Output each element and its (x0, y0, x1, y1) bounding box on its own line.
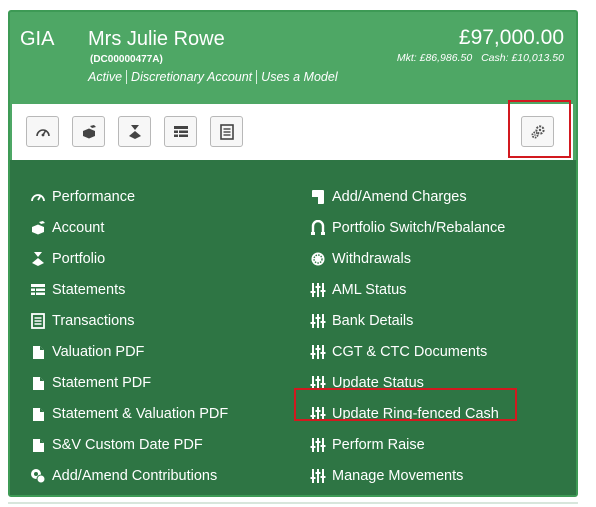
sliders-icon (310, 344, 326, 360)
transactions-toolbar-button[interactable] (210, 116, 243, 147)
menu-item-statement-valuation-pdf[interactable]: Statement & Valuation PDF (30, 404, 228, 424)
menu-item-portfolio-switch-rebalance[interactable]: Portfolio Switch/Rebalance (310, 218, 505, 238)
menu-item-label: Perform Raise (332, 437, 425, 453)
funnel-icon (128, 124, 141, 139)
menu-item-withdrawals[interactable]: Withdrawals (310, 249, 411, 269)
menu-item-account[interactable]: Account (30, 218, 104, 238)
menu-item-label: Portfolio (52, 251, 106, 267)
menu-item-add-amend-contributions[interactable]: Add/Amend Contributions (30, 466, 217, 486)
menu-item-add-amend-charges[interactable]: Add/Amend Charges (310, 187, 467, 207)
account-toolbar-button[interactable] (72, 116, 105, 147)
file-icon (30, 375, 46, 391)
sliders-icon (310, 313, 326, 329)
menu-item-label: Transactions (52, 313, 135, 329)
dashboard-icon (30, 189, 46, 205)
menu-item-label: Statement PDF (52, 375, 152, 391)
dashboard-icon (35, 128, 50, 136)
menu-item-sv-custom-date-pdf[interactable]: S&V Custom Date PDF (30, 435, 203, 455)
total-value: £97,000.00 (458, 26, 564, 49)
market-value: Mkt: £86,986.50 (396, 52, 473, 64)
table-icon (173, 125, 188, 137)
sliders-icon (310, 375, 326, 391)
file-icon (30, 344, 46, 360)
menu-item-label: CGT & CTC Documents (332, 344, 488, 360)
withdraw-icon (310, 251, 326, 267)
menu-item-perform-raise[interactable]: Perform Raise (310, 435, 425, 455)
menu-item-manage-movements[interactable]: Manage Movements (310, 466, 463, 486)
menu-item-valuation-pdf[interactable]: Valuation PDF (30, 342, 144, 362)
menu-item-label: Valuation PDF (52, 344, 145, 360)
menu-item-label: Withdrawals (332, 251, 411, 267)
menu-item-label: Add/Amend Contributions (52, 468, 218, 484)
menu-item-label: Manage Movements (332, 468, 464, 484)
portfolio-toolbar-button[interactable] (118, 116, 151, 147)
menu-item-label: Add/Amend Charges (332, 189, 467, 205)
menu-item-label: Portfolio Switch/Rebalance (332, 220, 506, 236)
client-tags: Active Discretionary Account Uses a Mode… (88, 70, 342, 84)
menu-item-cgt-ctc-documents[interactable]: CGT & CTC Documents (310, 342, 487, 362)
account-header: GIA Mrs Julie Rowe (DC00000477A) Active … (10, 12, 576, 104)
account-type: GIA (20, 28, 55, 50)
model-tag: Uses a Model (256, 70, 341, 84)
menu-item-statements[interactable]: Statements (30, 280, 125, 300)
cogs-icon (531, 124, 545, 138)
file-icon (30, 406, 46, 422)
menu-item-update-ring-fenced-cash[interactable]: Update Ring-fenced Cash (310, 404, 499, 424)
actions-menu: Performance Account Portfolio Statements… (10, 160, 576, 495)
toolbar (12, 104, 573, 169)
statements-toolbar-button[interactable] (164, 116, 197, 147)
menu-item-label: Statements (52, 282, 126, 298)
menu-item-label: Account (52, 220, 105, 236)
ledger-icon (30, 313, 46, 329)
client-name: Mrs Julie Rowe (88, 28, 225, 50)
menu-item-label: Performance (52, 189, 136, 205)
cubes-icon (30, 220, 46, 236)
menu-item-label: Statement & Valuation PDF (52, 406, 229, 422)
account-card: GIA Mrs Julie Rowe (DC00000477A) Active … (8, 10, 578, 497)
menu-item-label: AML Status (332, 282, 407, 298)
file-icon (30, 437, 46, 453)
performance-toolbar-button[interactable] (26, 116, 59, 147)
status-tag: Active (88, 70, 123, 84)
menu-item-aml-status[interactable]: AML Status (310, 280, 406, 300)
cash-value: Cash: £10,013.50 (481, 52, 564, 64)
menu-item-bank-details[interactable]: Bank Details (310, 311, 413, 331)
sliders-icon (310, 282, 326, 298)
funnel-icon (30, 251, 46, 267)
settings-toolbar-button[interactable] (521, 116, 554, 147)
menu-item-transactions[interactable]: Transactions (30, 311, 134, 331)
menu-item-label: S&V Custom Date PDF (52, 437, 203, 453)
table-icon (30, 282, 46, 298)
value-breakdown: Mkt: £86,986.50 Cash: £10,013.50 (397, 52, 564, 64)
menu-item-statement-pdf[interactable]: Statement PDF (30, 373, 151, 393)
menu-item-update-status[interactable]: Update Status (310, 373, 424, 393)
menu-item-label: Update Ring-fenced Cash (332, 406, 499, 422)
client-reference: (DC00000477A) (90, 54, 163, 65)
divider (8, 502, 578, 504)
switch-icon (310, 220, 326, 236)
cubes-icon (82, 124, 96, 138)
account-mode-tag: Discretionary Account (126, 70, 256, 84)
coins-icon (30, 468, 46, 484)
sliders-icon (310, 406, 326, 422)
menu-item-performance[interactable]: Performance (30, 187, 135, 207)
sliders-icon (310, 468, 326, 484)
charges-icon (310, 189, 326, 205)
menu-item-label: Bank Details (332, 313, 414, 329)
sliders-icon (310, 437, 326, 453)
menu-item-portfolio[interactable]: Portfolio (30, 249, 105, 269)
menu-item-label: Update Status (332, 375, 424, 391)
ledger-icon (219, 123, 234, 140)
